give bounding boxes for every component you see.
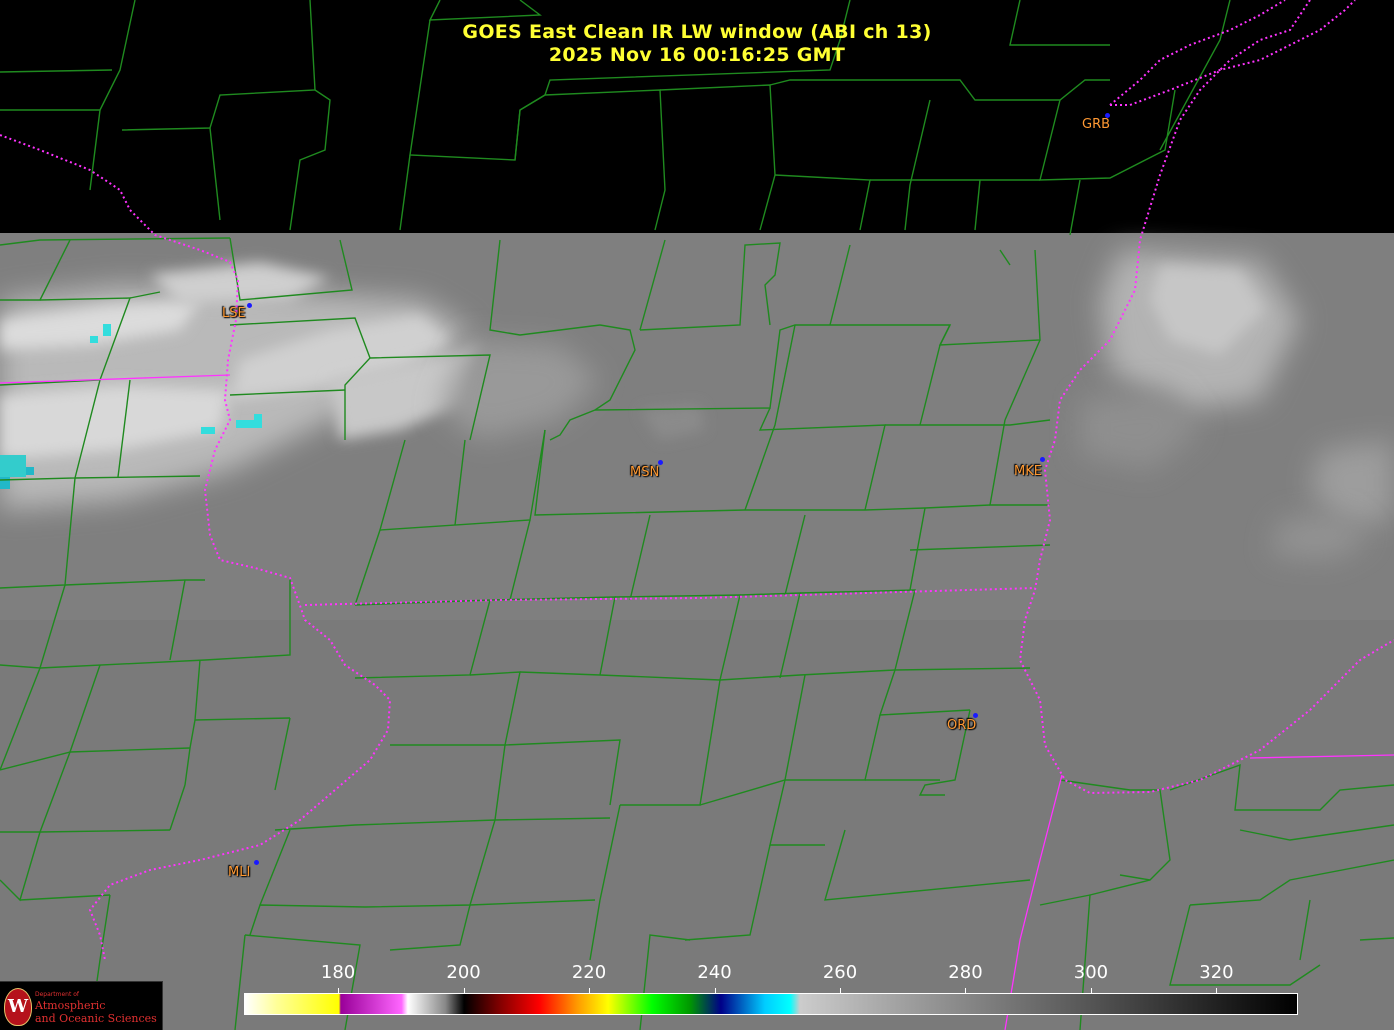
station-label: MSN — [630, 465, 660, 480]
image-timestamp: 2025 Nov 16 00:16:25 GMT — [548, 44, 846, 66]
colorbar-gradient — [244, 993, 1298, 1015]
station-label: MKE — [1014, 464, 1042, 479]
station-marker — [254, 860, 259, 865]
station-marker — [658, 460, 663, 465]
colorbar-tick-label: 180 — [320, 962, 356, 983]
satellite-map — [0, 0, 1394, 1030]
logo-dept: Department of — [35, 991, 79, 998]
colorbar-tick-label: 260 — [822, 962, 858, 983]
station-marker — [247, 303, 252, 308]
colorbar-tick-label: 300 — [1073, 962, 1109, 983]
station-marker — [1105, 113, 1110, 118]
satellite-image-viewer: GOES East Clean IR LW window (ABI ch 13)… — [0, 0, 1394, 1030]
station-label: ORD — [947, 718, 977, 733]
station-label: LSE — [222, 306, 246, 321]
colorbar-tick-label: 220 — [571, 962, 607, 983]
colorbar-tick-label: 280 — [948, 962, 983, 983]
logo-name-line2: and Oceanic Sciences — [35, 1012, 157, 1025]
temperature-colorbar: 180 200 220 240 260 280 300 320 — [244, 960, 1298, 1020]
colorbar-tick-label: 320 — [1199, 962, 1234, 983]
station-label: MLI — [228, 865, 251, 880]
station-marker — [1040, 457, 1045, 462]
colorbar-tick-label: 240 — [697, 962, 732, 983]
colorbar-tick-label: 200 — [446, 962, 481, 983]
uw-crest-icon: W — [4, 988, 32, 1026]
logo-name-line1: Atmospheric — [35, 999, 106, 1012]
station-label: GRB — [1082, 117, 1111, 132]
image-title: GOES East Clean IR LW window (ABI ch 13) — [462, 21, 932, 43]
uw-aos-logo: W Department of Atmospheric and Oceanic … — [0, 981, 163, 1030]
station-marker — [973, 713, 978, 718]
